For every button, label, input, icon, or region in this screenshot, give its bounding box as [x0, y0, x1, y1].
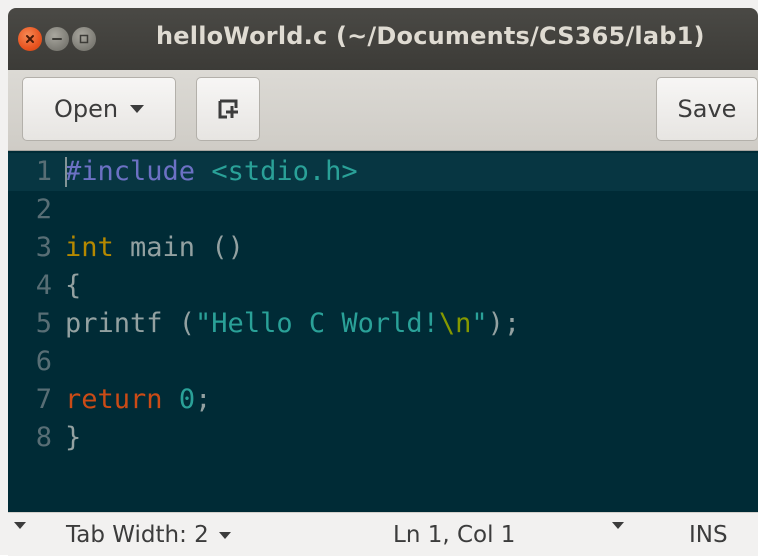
- text-cursor: [65, 157, 67, 187]
- code-line: 3 int main (): [8, 229, 758, 267]
- line-number: 7: [35, 384, 52, 415]
- code-text: int main (): [65, 229, 244, 267]
- title-bar: helloWorld.c (~/Documents/CS365/lab1): [8, 8, 758, 70]
- maximize-icon: [79, 34, 89, 44]
- open-button[interactable]: Open: [22, 77, 176, 141]
- code-token: main (): [113, 232, 244, 263]
- maximize-window-button[interactable]: [72, 27, 96, 51]
- code-token: );: [487, 308, 521, 339]
- cursor-position: Ln 1, Col 1: [393, 522, 515, 548]
- window-title: helloWorld.c (~/Documents/CS365/lab1): [156, 22, 705, 50]
- code-text: {: [65, 267, 81, 305]
- code-token: 0: [178, 384, 196, 415]
- code-editor[interactable]: 1 #include <stdio.h> 2 3 int main () 4{5 print…: [8, 151, 758, 512]
- language-selector[interactable]: [612, 522, 624, 529]
- tab-width-selector[interactable]: Tab Width: 2: [66, 522, 231, 548]
- tab-width-label: Tab Width: 2: [66, 522, 209, 548]
- new-tab-button[interactable]: [196, 77, 260, 141]
- code-token: }: [65, 422, 82, 453]
- minimize-window-button[interactable]: [45, 27, 69, 51]
- close-icon: [26, 35, 34, 43]
- chevron-down-icon: [14, 522, 26, 529]
- chevron-down-icon: [130, 105, 145, 113]
- line-number: 8: [35, 422, 52, 453]
- line-number: 6: [35, 346, 52, 377]
- line-number: 1: [35, 156, 52, 187]
- chevron-down-icon: [218, 531, 231, 539]
- code-token: int: [65, 232, 114, 263]
- code-token: \n: [438, 308, 472, 339]
- code-token: {: [65, 270, 82, 301]
- header-bar: Open Save: [8, 70, 758, 151]
- code-text: }: [65, 419, 81, 457]
- open-button-label: Open: [53, 95, 119, 123]
- code-line: 4{: [8, 267, 758, 305]
- code-token: return: [65, 384, 163, 415]
- cursor-position-label: Ln 1, Col 1: [393, 522, 516, 548]
- line-number: 3: [35, 232, 52, 263]
- save-button-label: Save: [677, 95, 737, 123]
- code-line: 1 #include <stdio.h>: [8, 153, 758, 191]
- save-button[interactable]: Save: [656, 77, 758, 141]
- minimize-icon: [52, 38, 62, 40]
- text-editor-window: helloWorld.c (~/Documents/CS365/lab1) Op…: [0, 0, 758, 556]
- close-window-button[interactable]: [18, 27, 42, 51]
- new-document-icon: [218, 99, 238, 119]
- code-text: return 0;: [65, 381, 211, 419]
- code-line: 8}: [8, 419, 758, 457]
- line-number: 2: [35, 194, 52, 225]
- code-token: "Hello C World!: [195, 308, 439, 339]
- code-line: 7 return 0;: [8, 381, 758, 419]
- code-token: <stdio.h>: [211, 156, 358, 187]
- insert-mode-label: INS: [689, 522, 728, 548]
- code-token: printf (: [65, 308, 196, 339]
- code-token: ": [471, 308, 488, 339]
- code-line: 2: [8, 191, 758, 229]
- code-token: ;: [195, 384, 212, 415]
- line-number: 5: [35, 308, 52, 339]
- code-line: 6: [8, 343, 758, 381]
- statusbar-menu-button[interactable]: [14, 522, 26, 529]
- code-token: #include: [65, 156, 196, 187]
- line-number: 4: [35, 270, 52, 301]
- insert-mode-indicator[interactable]: INS: [689, 522, 728, 548]
- code-line: 5 printf ("Hello C World!\n");: [8, 305, 758, 343]
- code-text: printf ("Hello C World!\n");: [65, 305, 520, 343]
- code-text: #include <stdio.h>: [65, 153, 358, 191]
- status-bar: Tab Width: 2 Ln 1, Col 1 INS: [8, 512, 758, 556]
- chevron-down-icon: [612, 522, 624, 529]
